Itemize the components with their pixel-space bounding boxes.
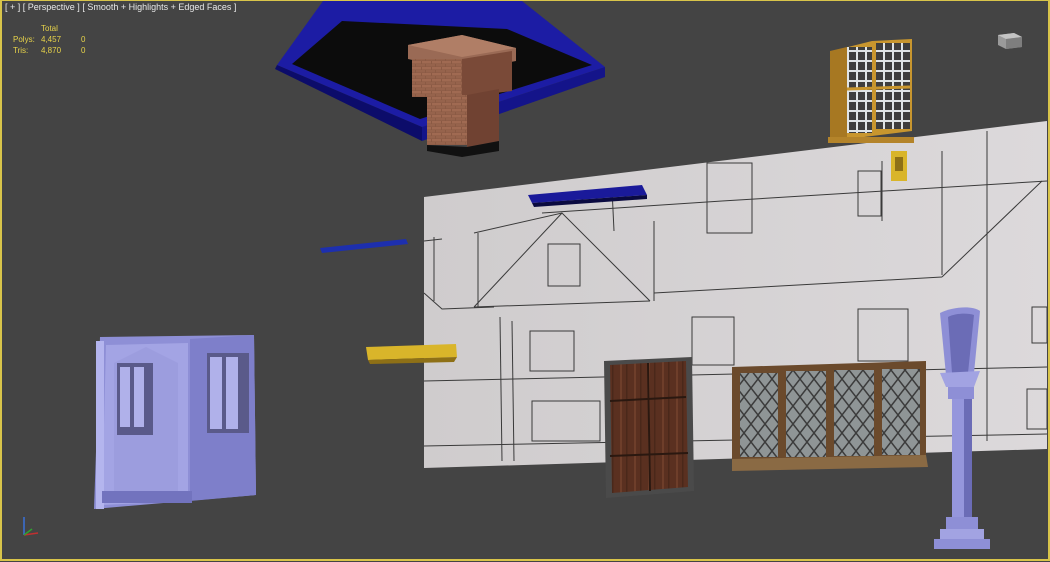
viewport-label[interactable]: [ + ] [ Perspective ] [ Smooth + Highlig… [5,2,236,12]
wooden-door[interactable] [604,357,694,498]
statistics-overlay: Total Polys: 4,457 0 Tris: 4,870 0 [13,23,85,56]
tris-total: 4,870 [41,46,62,55]
stats-header: Total [41,24,58,33]
yellow-small-box[interactable] [891,151,907,181]
polys-selected: 0 [81,35,86,44]
yellow-plank[interactable] [366,344,457,364]
viewcube-icon[interactable] [996,29,1024,49]
lattice-window[interactable] [732,361,928,471]
bay-window[interactable] [828,39,914,143]
viewport-view-menu[interactable]: [ Perspective ] [23,2,80,12]
blue-thin-bar[interactable] [320,239,408,253]
scene-canvas[interactable] [2,1,1050,562]
viewport-shading-menu[interactable]: [ Smooth + Highlights + Edged Faces ] [82,2,236,12]
axis-tripod-icon [23,517,39,536]
tris-label: Tris: [13,46,29,55]
tris-selected: 0 [81,46,86,55]
polys-total: 4,457 [41,35,62,44]
perspective-viewport[interactable]: [ + ] [ Perspective ] [ Smooth + Highlig… [0,0,1050,561]
lavender-porch[interactable] [94,335,256,509]
polys-label: Polys: [13,35,35,44]
viewport-plus-menu[interactable]: [ + ] [5,2,20,12]
